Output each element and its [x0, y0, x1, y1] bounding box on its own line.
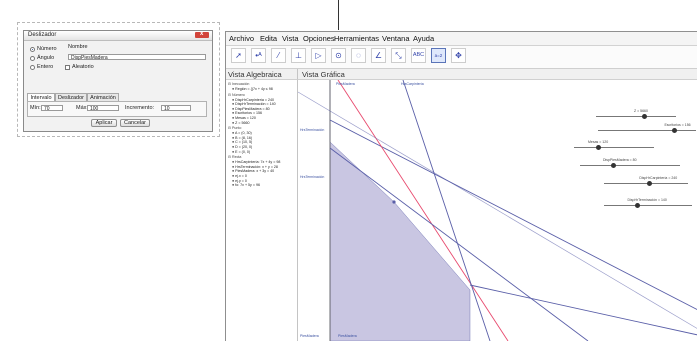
algebra-item[interactable]: ● Escritorios = 156 — [232, 111, 262, 115]
max-input[interactable]: 100 — [87, 105, 119, 112]
algebra-section-header[interactable]: ⊟ Punto — [228, 126, 241, 130]
tab-slider[interactable]: Deslizador — [55, 93, 87, 101]
slider-handle[interactable] — [672, 128, 678, 133]
algebra-item[interactable]: ● Mesas = 120 — [232, 116, 256, 120]
algebra-item[interactable]: ● PiesMadera: x + 3y = 40 — [232, 169, 274, 173]
radio-angle-label: Ángulo — [37, 55, 55, 61]
tab-animation[interactable]: Animación — [87, 93, 119, 101]
algebra-section-header[interactable]: ⊟ Inecuación — [228, 82, 249, 86]
slider-label: DispHrCarpintería = 240 — [639, 176, 678, 180]
radio-angle[interactable] — [30, 56, 35, 61]
algebra-item[interactable]: ● HrsTerminación: x + y = 28 — [232, 165, 278, 169]
menu-window[interactable]: Ventana — [382, 34, 410, 43]
algebra-view: ⊟ Inecuación ● Región = {(7x + 4y ≤ 98 ⊟ N… — [226, 80, 298, 341]
line-tool-icon[interactable]: ⁄ — [271, 48, 286, 63]
algebra-item[interactable]: ● B = (8, 16) — [232, 136, 252, 140]
dialog-title: Deslizador — [28, 32, 57, 38]
reflect-tool-icon[interactable]: ⤡ — [391, 48, 406, 63]
conic-tool-icon[interactable]: ◌ — [351, 48, 366, 63]
cancel-button[interactable]: Cancelar — [120, 119, 150, 127]
name-label: Nombre — [68, 44, 88, 50]
algebra-section-header[interactable]: ⊟ Recta — [228, 155, 241, 159]
algebra-item[interactable]: ● HrsCarpintería: 7x + 4y = 98 — [232, 160, 280, 164]
menu-view[interactable]: Vista — [282, 34, 299, 43]
slider-tool-icon[interactable]: a=2 — [431, 48, 446, 63]
algebra-item[interactable]: ● ej.x = 0 — [232, 174, 247, 178]
circle-tool-icon[interactable]: ⊙ — [331, 48, 346, 63]
algebra-item[interactable]: ● A = (0, 30) — [232, 131, 252, 135]
random-label: Aleatorio — [72, 64, 94, 70]
algebra-view-header: Vista Algebraica — [226, 69, 298, 80]
text-tool-icon[interactable]: ABC — [411, 48, 426, 63]
geogebra-window: Archivo Edita Vista Opciones Herramienta… — [225, 31, 697, 341]
algebra-item[interactable]: ● ej.y = 0 — [232, 179, 247, 183]
slider-handle[interactable] — [596, 145, 601, 150]
dialog-title-bar[interactable]: Deslizador — [24, 31, 212, 41]
graphics-view-header: Vista Gráfica — [298, 69, 697, 80]
algebra-section-header[interactable]: ⊟ Número — [228, 93, 245, 97]
slider-track[interactable] — [580, 165, 680, 166]
move-view-tool-icon[interactable]: ✥ — [451, 48, 466, 63]
slider-handle[interactable] — [611, 163, 616, 168]
algebra-item[interactable]: ● Región = {(7x + 4y ≤ 98 — [232, 87, 273, 91]
pointer-tool-icon[interactable]: ➚ — [231, 48, 246, 63]
radio-integer-label: Entero — [37, 64, 54, 70]
menu-tools[interactable]: Herramientas — [334, 34, 379, 43]
toolbar: ➚ •ᴬ ⁄ ⊥ ▷ ⊙ ◌ ∠ ⤡ ABC a=2 ✥ — [226, 46, 697, 69]
close-icon[interactable] — [195, 31, 209, 38]
algebra-item[interactable]: ● DispHrTerminación = 140 — [232, 102, 276, 106]
graphics-view-title: Vista Gráfica — [302, 70, 345, 79]
point-tool-icon[interactable]: •ᴬ — [251, 48, 266, 63]
polygon-tool-icon[interactable]: ▷ — [311, 48, 326, 63]
menu-file[interactable]: Archivo — [229, 34, 254, 43]
slider-label: DispHrTerminación = 140 — [627, 198, 667, 202]
slider-label: Escritorios = 156 — [664, 123, 691, 127]
slider-layer: Z = 5660 Escritorios = 156 Mesas = 120 Disp… — [298, 80, 697, 341]
slider-track[interactable] — [574, 147, 654, 148]
increment-label: Incremento: — [125, 105, 155, 111]
angle-tool-icon[interactable]: ∠ — [371, 48, 386, 63]
radio-number[interactable] — [30, 47, 35, 52]
slider-label: Mesas = 120 — [588, 140, 609, 144]
slider-label: DispPiesMadera = 80 — [603, 158, 637, 162]
callout-pointer-line — [338, 0, 339, 30]
slider-track[interactable] — [596, 116, 676, 117]
algebra-item[interactable]: ● E = (0, 0) — [232, 150, 250, 154]
slider-handle[interactable] — [635, 203, 641, 208]
slider-track[interactable] — [604, 205, 692, 206]
tab-interval[interactable]: Intervalo — [27, 93, 55, 101]
algebra-item[interactable]: ● C = (10, 5) — [232, 140, 252, 144]
menu-edit[interactable]: Edita — [260, 34, 277, 43]
menu-options[interactable]: Opciones — [303, 34, 335, 43]
graphics-view[interactable]: PiesMadera HrsCarpintería HrsTerminación… — [298, 80, 697, 341]
algebra-item[interactable]: ● DispHrCarpintería = 240 — [232, 98, 274, 102]
slider-track[interactable] — [604, 183, 688, 184]
name-input[interactable]: DispPiesMadera — [68, 54, 206, 61]
menu-help[interactable]: Ayuda — [413, 34, 434, 43]
slider-handle[interactable] — [647, 181, 653, 186]
algebra-item[interactable]: ● fo: 7x + 5y = 96 — [232, 183, 260, 187]
slider-handle[interactable] — [642, 114, 647, 119]
algebra-view-title: Vista Algebraica — [228, 70, 282, 79]
radio-number-label: Número — [37, 46, 57, 52]
slider-dialog: Deslizador Número Ángulo Entero Nombre D… — [23, 30, 213, 132]
min-input[interactable]: 70 — [41, 105, 63, 112]
menu-bar: Archivo Edita Vista Opciones Herramienta… — [226, 32, 697, 46]
algebra-item[interactable]: ● Z = 5660 — [232, 121, 249, 125]
algebra-item[interactable]: ● D = (20, 0) — [232, 145, 252, 149]
perpendicular-tool-icon[interactable]: ⊥ — [291, 48, 306, 63]
slider-track[interactable] — [598, 130, 696, 131]
increment-input[interactable]: 10 — [161, 105, 191, 112]
slider-label: Z = 5660 — [634, 109, 648, 113]
min-label: Mín: — [30, 105, 41, 111]
random-checkbox[interactable] — [65, 65, 70, 70]
radio-integer[interactable] — [30, 65, 35, 70]
apply-button[interactable]: Aplicar — [91, 119, 117, 127]
algebra-item[interactable]: ● DispPiesMadera = 80 — [232, 107, 270, 111]
